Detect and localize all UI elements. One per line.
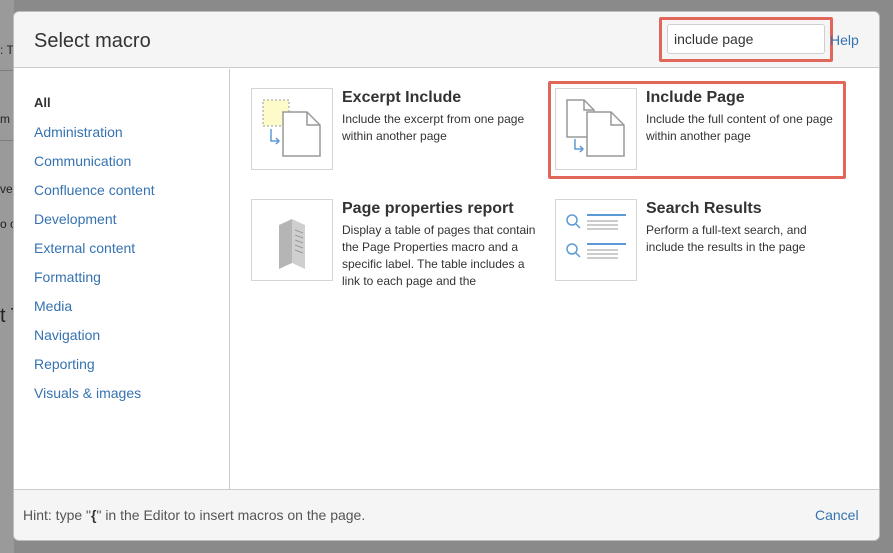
macro-grid: Excerpt Include Include the excerpt from…	[231, 69, 879, 489]
search-results-icon	[555, 199, 637, 281]
background-page: : T m ve o c t T	[0, 0, 14, 553]
category-reporting[interactable]: Reporting	[14, 356, 229, 385]
background-text: m	[0, 112, 10, 126]
category-list: All Administration Communication Conflue…	[14, 69, 229, 414]
category-visuals-images[interactable]: Visuals & images	[14, 385, 229, 414]
macro-description: Include the full content of one page wit…	[646, 112, 833, 143]
page-properties-report-icon	[251, 199, 333, 281]
help-link[interactable]: Help	[830, 32, 859, 48]
category-formatting[interactable]: Formatting	[14, 269, 229, 298]
macro-search-input[interactable]	[667, 24, 825, 54]
include-page-icon	[555, 88, 637, 170]
category-confluence-content[interactable]: Confluence content	[14, 182, 229, 211]
dialog-title: Select macro	[34, 30, 151, 52]
background-divider	[0, 70, 14, 71]
macro-description: Perform a full-text search, and include …	[646, 223, 807, 254]
macro-card-page-properties-report[interactable]: Page properties report Display a table o…	[251, 199, 541, 289]
background-text: o c	[0, 217, 14, 231]
dialog-footer: Hint: type "{" in the Editor to insert m…	[14, 489, 879, 540]
macro-name: Excerpt Include	[342, 89, 462, 106]
macro-card-search-results[interactable]: Search Results Perform a full-text searc…	[555, 199, 845, 289]
category-external-content[interactable]: External content	[14, 240, 229, 269]
category-all[interactable]: All	[14, 95, 229, 124]
macro-name: Include Page	[646, 89, 745, 106]
dialog-header: Select macro Help	[14, 12, 879, 68]
macro-card-include-page[interactable]: Include Page Include the full content of…	[555, 88, 845, 178]
select-macro-dialog: Select macro Help All Administration Com…	[14, 12, 879, 540]
category-sidebar: All Administration Communication Conflue…	[14, 69, 230, 489]
category-development[interactable]: Development	[14, 211, 229, 240]
macro-description: Display a table of pages that contain th…	[342, 223, 536, 288]
background-text: : T	[0, 43, 14, 57]
excerpt-include-icon	[251, 88, 333, 170]
category-media[interactable]: Media	[14, 298, 229, 327]
background-divider	[0, 140, 14, 141]
cancel-button[interactable]: Cancel	[815, 507, 859, 523]
hint-text-suffix: " in the Editor to insert macros on the …	[96, 507, 366, 523]
macro-name: Search Results	[646, 200, 762, 217]
hint-text-prefix: Hint: type "	[23, 507, 91, 523]
macro-card-excerpt-include[interactable]: Excerpt Include Include the excerpt from…	[251, 88, 541, 178]
editor-hint: Hint: type "{" in the Editor to insert m…	[23, 507, 365, 523]
macro-name: Page properties report	[342, 200, 514, 217]
category-navigation[interactable]: Navigation	[14, 327, 229, 356]
category-administration[interactable]: Administration	[14, 124, 229, 153]
background-text: t T	[0, 305, 14, 327]
background-text: ve	[0, 182, 13, 196]
category-communication[interactable]: Communication	[14, 153, 229, 182]
macro-description: Include the excerpt from one page within…	[342, 112, 525, 143]
